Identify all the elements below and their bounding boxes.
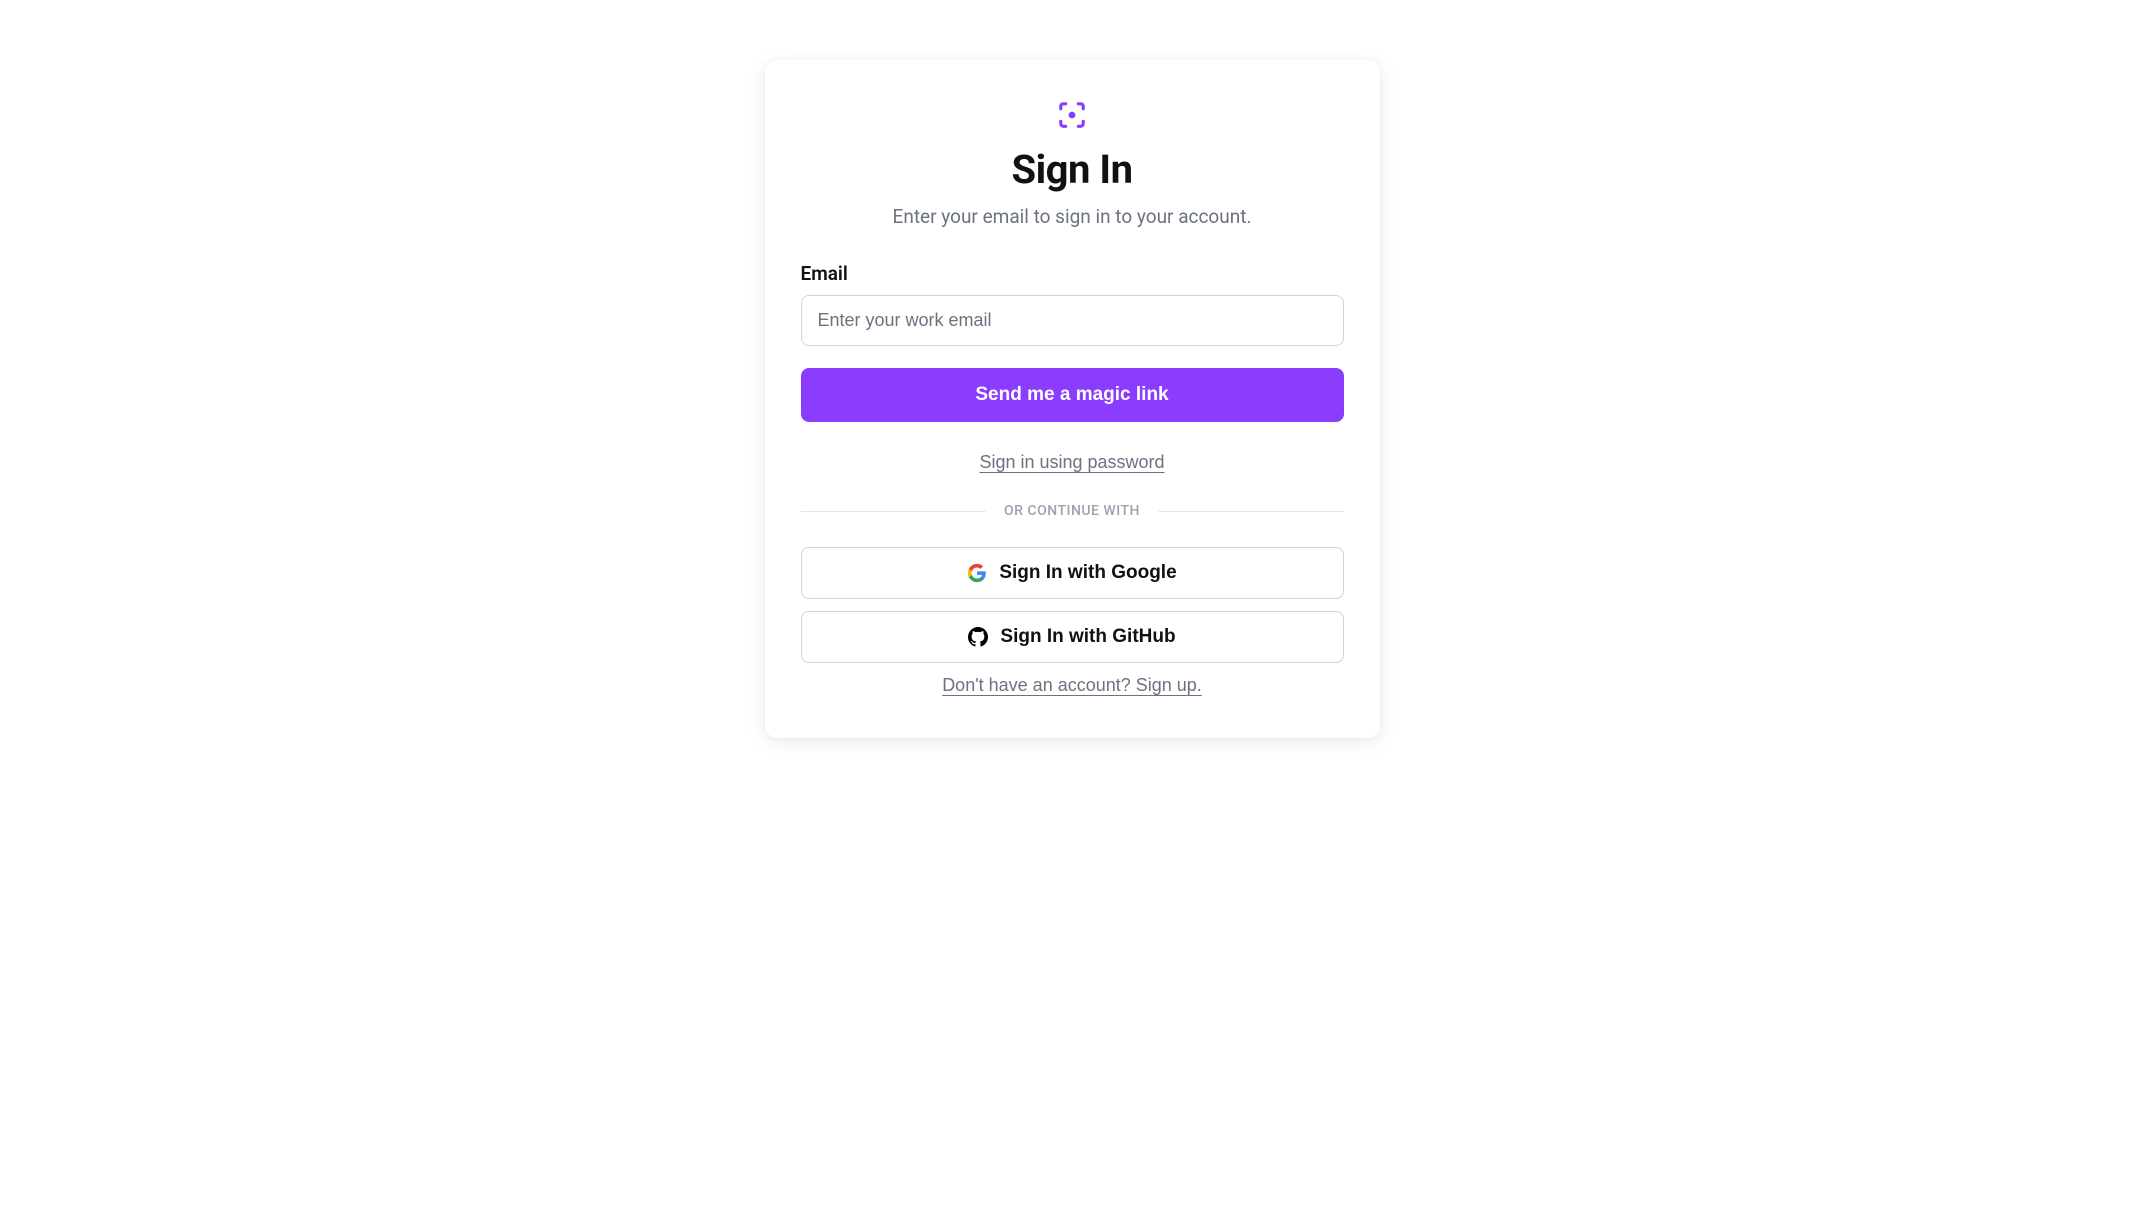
github-signin-button[interactable]: Sign In with GitHub <box>801 611 1344 663</box>
github-icon <box>968 627 988 647</box>
focus-icon <box>1057 100 1087 130</box>
magic-link-button[interactable]: Send me a magic link <box>801 368 1344 422</box>
google-signin-button[interactable]: Sign In with Google <box>801 547 1344 599</box>
email-group: Email <box>801 262 1344 346</box>
divider-line-left <box>801 511 987 512</box>
email-label: Email <box>801 262 1344 285</box>
github-button-label: Sign In with GitHub <box>1000 626 1175 648</box>
divider-line-right <box>1158 511 1344 512</box>
signin-card: Sign In Enter your email to sign in to y… <box>765 60 1380 738</box>
password-signin-link[interactable]: Sign in using password <box>979 452 1164 473</box>
email-input[interactable] <box>801 295 1344 346</box>
signup-link[interactable]: Don't have an account? Sign up. <box>942 675 1202 696</box>
divider-text: OR CONTINUE WITH <box>986 503 1158 519</box>
page-title: Sign In <box>1011 146 1132 193</box>
google-icon <box>967 563 987 583</box>
google-button-label: Sign In with Google <box>999 562 1176 584</box>
divider: OR CONTINUE WITH <box>801 503 1344 519</box>
page-subtitle: Enter your email to sign in to your acco… <box>893 205 1252 228</box>
